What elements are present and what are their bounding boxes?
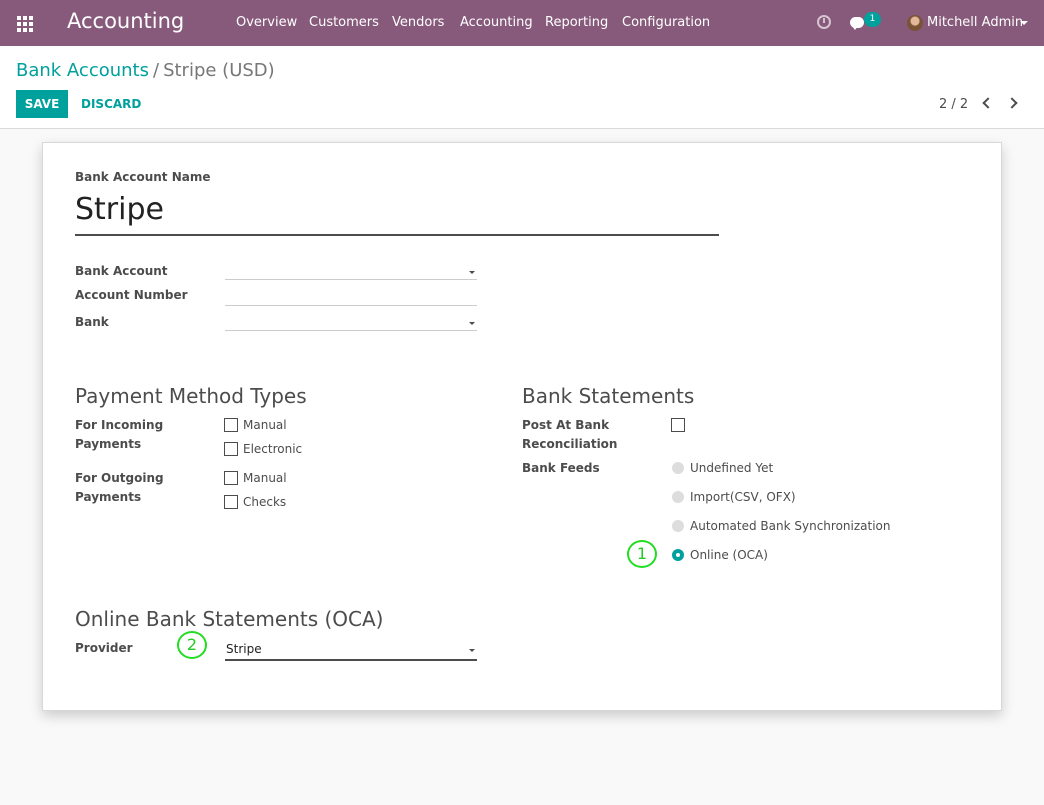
- caret-down-icon: [469, 322, 475, 325]
- feed-import-radio[interactable]: [672, 491, 684, 503]
- provider-select[interactable]: Stripe: [225, 642, 477, 661]
- outgoing-payments-label-line2: Payments: [75, 490, 142, 504]
- feed-undefined-label: Undefined Yet: [690, 461, 774, 475]
- bank-feeds-label: Bank Feeds: [522, 461, 600, 475]
- menu-item-reporting[interactable]: Reporting: [545, 15, 608, 30]
- outgoing-checks-label: Checks: [243, 495, 287, 509]
- provider-value: Stripe: [226, 642, 262, 656]
- post-at-bank-checkbox[interactable]: [671, 418, 685, 432]
- breadcrumb-bank-accounts[interactable]: Bank Accounts: [16, 60, 149, 81]
- account-number-label: Account Number: [75, 288, 188, 302]
- menu-item-configuration[interactable]: Configuration: [622, 15, 710, 30]
- activity-clock-icon[interactable]: [817, 15, 831, 29]
- breadcrumb-separator: /: [153, 60, 160, 81]
- outgoing-manual-checkbox[interactable]: [224, 471, 238, 485]
- post-at-bank-label-line1: Post At Bank: [522, 418, 610, 432]
- chevron-right-icon[interactable]: [1006, 97, 1018, 109]
- save-button[interactable]: SAVE: [16, 90, 68, 118]
- account-number-input[interactable]: [225, 290, 477, 306]
- incoming-manual-checkbox[interactable]: [224, 418, 238, 432]
- outgoing-checks-checkbox[interactable]: [224, 495, 238, 509]
- feed-online-oca-label: Online (OCA): [690, 548, 768, 562]
- menu-item-customers[interactable]: Customers: [309, 15, 379, 30]
- incoming-manual-label: Manual: [243, 418, 287, 432]
- incoming-payments-label-line2: Payments: [75, 437, 142, 451]
- feed-online-oca-radio[interactable]: [672, 549, 684, 561]
- feed-undefined-radio[interactable]: [672, 462, 684, 474]
- outgoing-payments-label-line1: For Outgoing: [75, 471, 164, 485]
- bank-account-name-value: Stripe: [75, 192, 164, 227]
- apps-grid-icon[interactable]: [17, 16, 33, 32]
- bank-account-name-input[interactable]: Stripe: [75, 192, 719, 236]
- bank-label: Bank: [75, 315, 109, 329]
- bank-statements-title: Bank Statements: [522, 384, 695, 408]
- outgoing-manual-label: Manual: [243, 471, 287, 485]
- discard-button[interactable]: DISCARD: [81, 97, 141, 111]
- incoming-electronic-checkbox[interactable]: [224, 442, 238, 456]
- bank-account-label: Bank Account: [75, 264, 168, 278]
- feed-automated-radio[interactable]: [672, 520, 684, 532]
- top-navbar: Accounting Overview Customers Vendors Ac…: [0, 0, 1044, 46]
- caret-down-icon[interactable]: [1020, 21, 1028, 25]
- control-panel: Bank Accounts / Stripe (USD) SAVE DISCARD …: [0, 46, 1044, 129]
- user-name[interactable]: Mitchell Admin: [927, 15, 1023, 30]
- breadcrumb: Bank Accounts / Stripe (USD): [16, 60, 275, 81]
- feed-automated-label: Automated Bank Synchronization: [690, 519, 891, 533]
- online-bank-statements-title: Online Bank Statements (OCA): [75, 607, 384, 631]
- payment-method-types-title: Payment Method Types: [75, 384, 307, 408]
- post-at-bank-label-line2: Reconciliation: [522, 437, 618, 451]
- annotation-marker-2: 2: [177, 631, 207, 659]
- user-avatar[interactable]: [907, 15, 923, 31]
- menu-item-overview[interactable]: Overview: [236, 15, 297, 30]
- bank-select[interactable]: [225, 315, 477, 331]
- bank-account-select[interactable]: [225, 264, 477, 280]
- chat-count-badge: 1: [864, 12, 881, 27]
- caret-down-icon: [469, 271, 475, 274]
- caret-down-icon: [469, 649, 475, 652]
- incoming-electronic-label: Electronic: [243, 442, 303, 456]
- incoming-payments-label-line1: For Incoming: [75, 418, 164, 432]
- annotation-marker-1: 1: [627, 540, 657, 568]
- bank-account-name-label: Bank Account Name: [75, 170, 211, 184]
- chevron-left-icon[interactable]: [982, 97, 994, 109]
- provider-label: Provider: [75, 641, 133, 655]
- chat-icon[interactable]: [850, 17, 864, 30]
- form-sheet: Bank Account Name Stripe Bank Account Ac…: [42, 142, 1002, 711]
- pager-value: 2 / 2: [939, 97, 969, 112]
- menu-item-accounting[interactable]: Accounting: [460, 15, 533, 30]
- menu-item-vendors[interactable]: Vendors: [392, 15, 444, 30]
- breadcrumb-current: Stripe (USD): [163, 60, 275, 81]
- feed-import-label: Import(CSV, OFX): [690, 490, 796, 504]
- app-title[interactable]: Accounting: [67, 9, 184, 33]
